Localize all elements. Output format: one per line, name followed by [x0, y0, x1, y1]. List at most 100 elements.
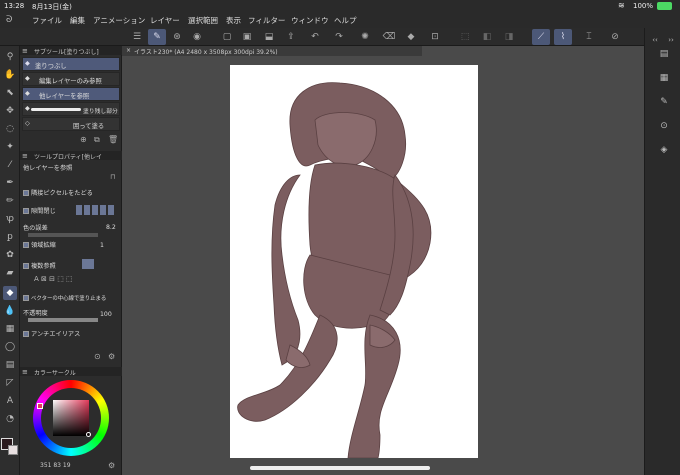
enclose-fill-icon: ◇ [25, 120, 30, 127]
menu-layer[interactable]: レイヤー [150, 15, 180, 26]
menu-selection[interactable]: 選択範囲 [188, 15, 218, 26]
collapse-left-icon[interactable]: ‹‹ [649, 34, 661, 46]
subtool-item-edit-layer-only[interactable]: ◆ 編集レイヤーのみ参照 [22, 72, 120, 86]
blend-icon[interactable]: 💧 [3, 304, 17, 318]
checkbox[interactable] [23, 263, 29, 269]
quick-access-icon[interactable]: ✎ [148, 29, 166, 45]
pencil-icon[interactable]: ✏ [3, 194, 17, 208]
reference-type-icons[interactable]: A ⊠ ⊟ ⬚ ⬚ [34, 275, 114, 285]
reset-icon[interactable]: ⊙ [94, 352, 101, 361]
color-margin-slider[interactable] [28, 233, 98, 237]
menu-edit[interactable]: 編集 [70, 15, 85, 26]
checkbox[interactable] [23, 242, 29, 248]
navigator-icon[interactable]: ⊙ [658, 120, 670, 132]
frame-icon[interactable]: ▤ [3, 358, 17, 372]
close-tab-icon[interactable]: × [126, 47, 131, 54]
canvas-paper[interactable] [230, 65, 478, 458]
document-tab[interactable]: × イラスト230* (A4 2480 x 3508px 300dpi 39.2… [122, 46, 422, 56]
checkbox[interactable] [23, 295, 29, 301]
multi-ref-option[interactable]: 複数参照 [23, 261, 56, 270]
color-settings-icon[interactable]: ⚙ [108, 461, 115, 470]
opacity-slider[interactable] [28, 318, 98, 322]
airbrush-icon[interactable]: ꝑ [3, 230, 17, 244]
antialias-option[interactable]: アンチエイリアス [23, 329, 80, 338]
fill-bucket-icon[interactable]: ◆ [3, 286, 17, 300]
hand-icon[interactable]: ✋ [3, 68, 17, 82]
fill-icon[interactable]: ◆ [402, 29, 420, 45]
lasso-icon[interactable]: ◌ [3, 122, 17, 136]
vector-center-option[interactable]: ベクターの中心線で塗り止まる [23, 294, 106, 302]
subtool-item-enclose-fill[interactable]: ◇ 囲って塗る [22, 117, 120, 131]
redo-icon[interactable]: ↷ [330, 29, 348, 45]
gap-close-level-selector[interactable] [76, 205, 116, 215]
sub-color-swatch[interactable] [8, 445, 18, 455]
material-icon[interactable]: ▤ [658, 48, 670, 60]
tool-settings-icon[interactable]: ⊘ [606, 29, 624, 45]
menu-view[interactable]: 表示 [226, 15, 241, 26]
smart-phone-icon[interactable]: ⊛ [168, 29, 186, 45]
gradient-icon[interactable]: ▦ [3, 322, 17, 336]
checkbox[interactable] [23, 208, 29, 214]
camera-icon[interactable]: ◉ [188, 29, 206, 45]
move-icon[interactable]: ✥ [3, 104, 17, 118]
subtool-item-refer-other-layers[interactable]: ◆ 他レイヤーを参照 [22, 87, 120, 101]
ruler-icon[interactable]: ◸ [3, 376, 17, 390]
collapse-right-icon[interactable]: ›› [665, 34, 677, 46]
panel-menu-icon[interactable]: ≡ [22, 368, 28, 376]
menu-animation[interactable]: アニメーション [93, 15, 145, 26]
layer-property-icon[interactable]: ▦ [658, 72, 670, 84]
clear-icon[interactable]: ⌫ [380, 29, 398, 45]
app-logo-icon[interactable]: ᘐ [6, 15, 12, 25]
operation-icon[interactable]: ⬉ [3, 86, 17, 100]
new-file-icon[interactable]: ▢ [218, 29, 236, 45]
text-icon[interactable]: A [3, 394, 17, 408]
pen-icon[interactable]: ✒ [3, 176, 17, 190]
open-file-icon[interactable]: ▣ [238, 29, 256, 45]
zoom-icon[interactable]: ⚲ [3, 50, 17, 64]
color-picker-cursor[interactable] [86, 432, 91, 437]
layers-icon[interactable]: ◈ [658, 144, 670, 156]
decoration-icon[interactable]: ✿ [3, 248, 17, 262]
menu-filter[interactable]: フィルター [248, 15, 285, 26]
menu-window[interactable]: ウィンドウ [291, 15, 329, 26]
brush-size-icon[interactable]: ✎ [658, 96, 670, 108]
eraser-icon[interactable]: ▰ [3, 266, 17, 280]
export-icon[interactable]: ⇪ [282, 29, 300, 45]
invert-selection-icon[interactable]: ◧ [478, 29, 496, 45]
duplicate-subtool-icon[interactable]: ⧉ [94, 135, 100, 145]
grid-snap-icon[interactable]: ⌶ [580, 29, 598, 45]
delete-subtool-icon[interactable]: 🗑 [108, 135, 118, 144]
gap-close-option[interactable]: 隙間閉じ [23, 206, 56, 215]
ruler-snap-icon[interactable]: ⟋ [532, 29, 550, 45]
subtool-item-fill-gaps[interactable]: ◆ 塗り残し部分に塗る [22, 102, 120, 124]
hamburger-menu-icon[interactable]: ☰ [128, 29, 146, 45]
settings-icon[interactable]: ⚙ [108, 352, 115, 361]
magic-wand-icon[interactable]: ✦ [3, 140, 17, 154]
checkbox[interactable] [23, 190, 29, 196]
deselect-icon[interactable]: ⬚ [456, 29, 474, 45]
undo-icon[interactable]: ↶ [306, 29, 324, 45]
special-ruler-snap-icon[interactable]: ⌇ [554, 29, 572, 45]
add-subtool-icon[interactable]: ⊕ [80, 135, 87, 144]
subtool-item-fill[interactable]: ◆ 塗りつぶし [22, 57, 120, 71]
crop-icon[interactable]: ◨ [500, 29, 518, 45]
area-scale-option[interactable]: 領域拡縮 [23, 240, 56, 249]
saturation-value-square[interactable] [53, 400, 89, 436]
menu-file[interactable]: ファイル [32, 15, 62, 26]
save-icon[interactable]: ⬓ [260, 29, 278, 45]
brush-icon[interactable]: ꝕ [3, 212, 17, 226]
panel-menu-icon[interactable]: ≡ [22, 47, 28, 55]
loading-icon[interactable]: ✺ [356, 29, 374, 45]
panel-menu-icon[interactable]: ≡ [22, 152, 28, 160]
eyedropper-icon[interactable]: ⁄ [3, 158, 17, 172]
color-circle-panel: ≡ カラーサークル 351 83 19 ⚙ [20, 364, 122, 475]
multi-ref-mode-selected[interactable] [82, 259, 94, 269]
balloon-icon[interactable]: ◔ [3, 412, 17, 426]
lock-icon[interactable]: ⊓ [110, 173, 115, 181]
shape-icon[interactable]: ◯ [3, 340, 17, 354]
hue-picker-handle[interactable] [37, 403, 43, 409]
menu-help[interactable]: ヘルプ [334, 15, 357, 26]
adjacent-pixels-option[interactable]: 隣接ピクセルをたどる [23, 188, 93, 197]
checkbox[interactable] [23, 331, 29, 337]
transform-icon[interactable]: ⊡ [426, 29, 444, 45]
